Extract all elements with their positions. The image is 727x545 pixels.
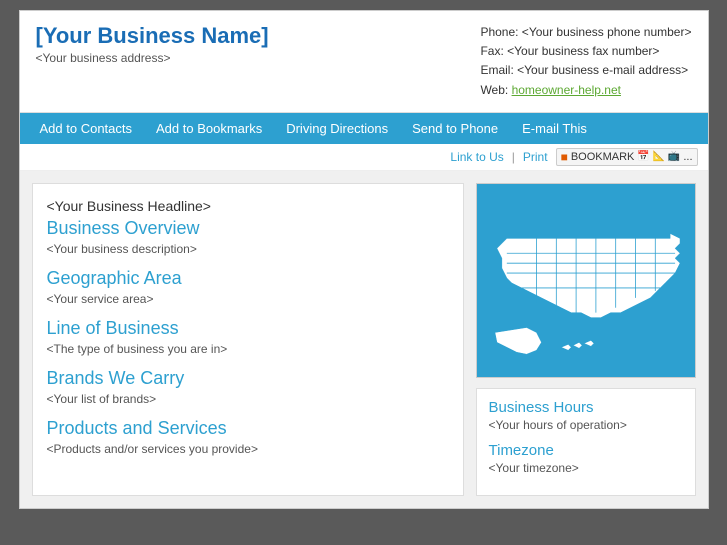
toolbar-row: Link to Us | Print ■ BOOKMARK 📅 📐 📺 ... [20,144,708,171]
section-desc-lob: <The type of business you are in> [47,342,449,356]
nav-email-this[interactable]: E-mail This [510,113,599,144]
business-address: <Your business address> [36,51,269,65]
bookmark-label: BOOKMARK [571,151,635,163]
nav-add-bookmarks[interactable]: Add to Bookmarks [144,113,274,144]
map-container [476,183,696,378]
fax-info: Fax: <Your business fax number> [480,42,691,61]
section-title-products: Products and Services [47,418,449,439]
nav-add-contacts[interactable]: Add to Contacts [28,113,145,144]
section-desc-products: <Products and/or services you provide> [47,442,449,456]
right-desc-hours: <Your hours of operation> [489,418,683,432]
section-desc-brands: <Your list of brands> [47,392,449,406]
right-title-timezone: Timezone [489,442,683,459]
web-link[interactable]: homeowner-help.net [512,83,621,97]
section-title-geographic: Geographic Area [47,268,449,289]
us-map [477,184,695,377]
web-info: Web: homeowner-help.net [480,81,691,100]
section-desc-overview: <Your business description> [47,242,449,256]
section-title-brands: Brands We Carry [47,368,449,389]
page-wrapper: [Your Business Name] <Your business addr… [19,10,709,509]
right-desc-timezone: <Your timezone> [489,461,683,475]
main-content: <Your Business Headline> Business Overvi… [20,171,708,508]
header-left: [Your Business Name] <Your business addr… [36,23,269,65]
phone-info: Phone: <Your business phone number> [480,23,691,42]
bookmark-icon: ■ [561,150,568,164]
section-title-overview: Business Overview [47,218,449,239]
bookmark-icons: 📅 📐 📺 [637,151,680,162]
separator: | [512,150,515,164]
navbar: Add to Contacts Add to Bookmarks Driving… [20,113,708,144]
left-panel: <Your Business Headline> Business Overvi… [32,183,464,496]
business-name: [Your Business Name] [36,23,269,49]
section-title-lob: Line of Business [47,318,449,339]
header-right: Phone: <Your business phone number> Fax:… [480,23,691,100]
nav-driving-directions[interactable]: Driving Directions [274,113,400,144]
link-to-us[interactable]: Link to Us [450,150,503,164]
print-link[interactable]: Print [523,150,548,164]
section-desc-geographic: <Your service area> [47,292,449,306]
right-info: Business Hours <Your hours of operation>… [476,388,696,496]
right-panel: Business Hours <Your hours of operation>… [476,183,696,496]
nav-send-to-phone[interactable]: Send to Phone [400,113,510,144]
ellipsis: ... [683,151,692,163]
web-label: Web: [480,83,511,97]
bookmark-button[interactable]: ■ BOOKMARK 📅 📐 📺 ... [556,148,698,166]
email-info: Email: <Your business e-mail address> [480,61,691,80]
headline: <Your Business Headline> [47,198,449,214]
right-title-hours: Business Hours [489,399,683,416]
header: [Your Business Name] <Your business addr… [20,11,708,113]
